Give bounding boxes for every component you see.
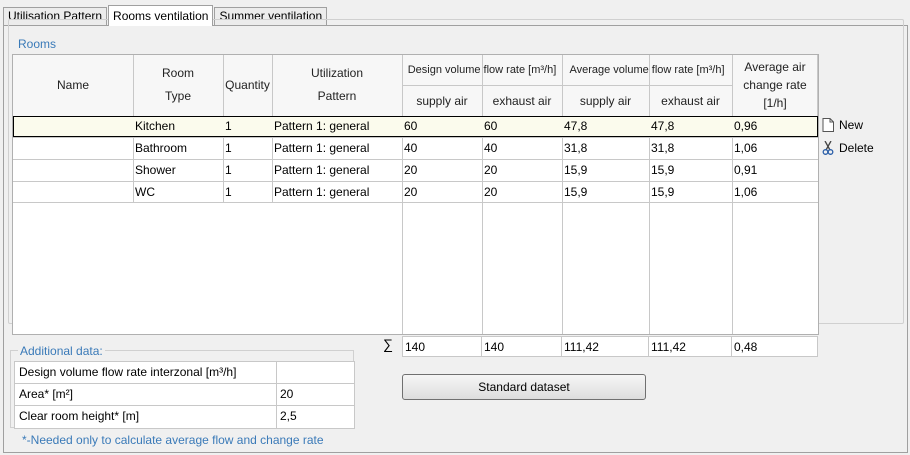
tab-rooms-ventilation[interactable]: Rooms ventilation [108, 5, 214, 26]
interzonal-flow-input[interactable] [277, 362, 354, 383]
cell-room-type[interactable]: WC [133, 182, 223, 203]
header-quantity: Quantity [225, 78, 270, 92]
cell-pattern[interactable]: Pattern 1: general [272, 138, 402, 159]
new-button-label: New [839, 118, 864, 132]
cell-room-type[interactable]: Bathroom [133, 138, 223, 159]
cell-average-supply: 31,8 [564, 141, 588, 155]
cell-design-supply[interactable]: 20 [402, 182, 482, 203]
cell-room-type[interactable]: Kitchen [133, 116, 223, 137]
rooms-grid: Name Room Type Quantity Utilization Patt… [12, 54, 819, 335]
cell-average-supply: 15,9 [564, 185, 588, 199]
cell-average-supply: 47,8 [564, 119, 588, 133]
cell-design-supply[interactable]: 60 [402, 116, 482, 137]
area-input[interactable]: 20 [277, 384, 354, 405]
cell-quantity[interactable]: 1 [223, 116, 272, 137]
cell-pattern[interactable]: Pattern 1: general [272, 116, 402, 137]
header-average-exhaust: exhaust air [661, 94, 720, 108]
interzonal-flow-label: Design volume flow rate interzonal [m³/h… [15, 362, 277, 383]
delete-button[interactable]: Delete [822, 141, 874, 155]
sum-design-exhaust: 140 [481, 336, 562, 357]
scissors-icon [822, 141, 834, 155]
delete-button-label: Delete [839, 141, 874, 155]
cell-pattern[interactable]: Pattern 1: general [272, 182, 402, 203]
area-label: Area* [m²] [15, 384, 277, 405]
interzonal-flow-row: Design volume flow rate interzonal [m³/h… [15, 362, 354, 384]
cell-average-exhaust: 15,9 [651, 163, 675, 177]
footnote: *-Needed only to calculate average flow … [22, 433, 324, 447]
room-height-row: Clear room height* [m] 2,5 [15, 406, 354, 428]
cell-average-exhaust: 31,8 [651, 141, 675, 155]
cell-change-rate: 1,06 [734, 185, 758, 199]
new-button[interactable]: New [822, 118, 863, 132]
additional-data-table: Design volume flow rate interzonal [m³/h… [14, 361, 355, 429]
header-change-rate-line1: Average air [744, 60, 806, 74]
area-row: Area* [m²] 20 [15, 384, 354, 406]
rooms-group-title: Rooms [16, 37, 59, 51]
header-design-supply: supply air [416, 94, 468, 108]
sum-design-supply: 140 [402, 336, 482, 357]
header-room-type-line2: Type [164, 89, 191, 103]
cell-design-exhaust[interactable]: 60 [482, 116, 562, 137]
additional-data-title: Additional data: [18, 344, 105, 358]
header-utilization-line1: Utilization [310, 66, 364, 80]
header-name: Name [56, 78, 89, 92]
sum-change-rate: 0,48 [731, 336, 818, 357]
header-change-rate-line3: [1/h] [763, 96, 787, 110]
cell-average-exhaust: 15,9 [651, 185, 675, 199]
cell-design-exhaust[interactable]: 20 [482, 182, 562, 203]
standard-dataset-button[interactable]: Standard dataset [402, 374, 646, 400]
header-utilization-line2: Pattern [317, 89, 357, 103]
cell-change-rate: 0,96 [734, 119, 758, 133]
new-document-icon [822, 118, 834, 132]
cell-room-type[interactable]: Shower [133, 160, 223, 181]
header-design-flow: Design volume flow rate [m³/h] [407, 64, 557, 76]
cell-change-rate: 0,91 [734, 163, 758, 177]
cell-design-supply[interactable]: 20 [402, 160, 482, 181]
cell-design-supply[interactable]: 40 [402, 138, 482, 159]
sum-symbol: ∑ [383, 336, 393, 352]
cell-pattern[interactable]: Pattern 1: general [272, 160, 402, 181]
cell-change-rate: 1,06 [734, 141, 758, 155]
sum-average-supply: 111,42 [561, 336, 649, 357]
room-height-label: Clear room height* [m] [15, 406, 277, 428]
header-average-flow: Average volume flow rate [m³/h] [569, 64, 725, 76]
header-design-exhaust: exhaust air [492, 94, 552, 108]
header-average-supply: supply air [579, 94, 632, 108]
cell-design-exhaust[interactable]: 20 [482, 160, 562, 181]
cell-design-exhaust[interactable]: 40 [482, 138, 562, 159]
cell-quantity[interactable]: 1 [223, 160, 272, 181]
cell-average-supply: 15,9 [564, 163, 588, 177]
cell-quantity[interactable]: 1 [223, 138, 272, 159]
cell-average-exhaust: 47,8 [651, 119, 675, 133]
header-change-rate-line2: change rate [743, 78, 807, 92]
sum-average-exhaust: 111,42 [648, 336, 732, 357]
header-room-type-line1: Room [161, 66, 194, 80]
cell-quantity[interactable]: 1 [223, 182, 272, 203]
room-height-input[interactable]: 2,5 [277, 406, 354, 428]
